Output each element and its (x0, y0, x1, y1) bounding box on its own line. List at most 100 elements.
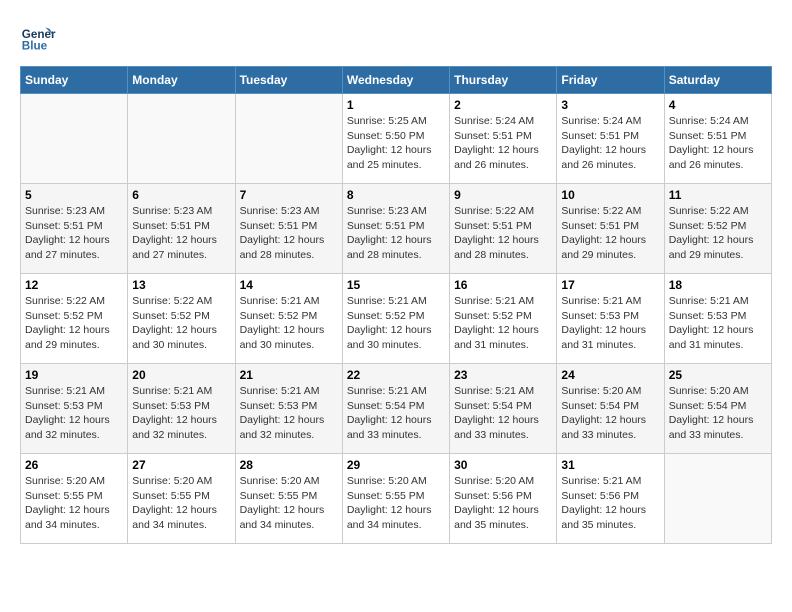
calendar-cell: 7 Sunrise: 5:23 AM Sunset: 5:51 PM Daylig… (235, 184, 342, 274)
calendar-cell: 11Sunrise: 5:22 AM Sunset: 5:52 PM Dayli… (664, 184, 771, 274)
day-info: Sunrise: 5:21 AM Sunset: 5:52 PM Dayligh… (347, 294, 445, 353)
day-info: Sunrise: 5:20 AM Sunset: 5:54 PM Dayligh… (561, 384, 659, 443)
day-number: 22 (347, 368, 445, 382)
day-number: 24 (561, 368, 659, 382)
day-number: 26 (25, 458, 123, 472)
calendar-cell: 29 Sunrise: 5:20 AM Sunset: 5:55 PM Dayli… (342, 454, 449, 544)
calendar-cell: 31 Sunrise: 5:21 AM Sunset: 5:56 PM Dayli… (557, 454, 664, 544)
logo-icon: General Blue (20, 20, 56, 56)
day-info: Sunrise: 5:21 AM Sunset: 5:53 PM Dayligh… (669, 294, 767, 353)
calendar-cell: 3 Sunrise: 5:24 AM Sunset: 5:51 PM Daylig… (557, 94, 664, 184)
day-number: 7 (240, 188, 338, 202)
calendar-cell: 6 Sunrise: 5:23 AM Sunset: 5:51 PM Daylig… (128, 184, 235, 274)
day-number: 28 (240, 458, 338, 472)
day-number: 4 (669, 98, 767, 112)
calendar-week-3: 12 Sunrise: 5:22 AM Sunset: 5:52 PM Dayli… (21, 274, 772, 364)
calendar-cell: 12 Sunrise: 5:22 AM Sunset: 5:52 PM Dayli… (21, 274, 128, 364)
weekday-header-tuesday: Tuesday (235, 67, 342, 94)
day-number: 21 (240, 368, 338, 382)
calendar-cell: 2 Sunrise: 5:24 AM Sunset: 5:51 PM Daylig… (450, 94, 557, 184)
calendar-cell: 8 Sunrise: 5:23 AM Sunset: 5:51 PM Daylig… (342, 184, 449, 274)
calendar-cell: 10 Sunrise: 5:22 AM Sunset: 5:51 PM Dayli… (557, 184, 664, 274)
calendar-cell: 23 Sunrise: 5:21 AM Sunset: 5:54 PM Dayli… (450, 364, 557, 454)
calendar-cell: 21 Sunrise: 5:21 AM Sunset: 5:53 PM Dayli… (235, 364, 342, 454)
calendar-week-4: 19Sunrise: 5:21 AM Sunset: 5:53 PM Dayli… (21, 364, 772, 454)
day-info: Sunrise: 5:20 AM Sunset: 5:55 PM Dayligh… (347, 474, 445, 533)
calendar-cell: 4 Sunrise: 5:24 AM Sunset: 5:51 PM Daylig… (664, 94, 771, 184)
day-info: Sunrise: 5:24 AM Sunset: 5:51 PM Dayligh… (669, 114, 767, 173)
day-number: 29 (347, 458, 445, 472)
day-info: Sunrise: 5:22 AM Sunset: 5:51 PM Dayligh… (561, 204, 659, 263)
calendar-cell (21, 94, 128, 184)
calendar-cell: 30 Sunrise: 5:20 AM Sunset: 5:56 PM Dayli… (450, 454, 557, 544)
day-info: Sunrise: 5:20 AM Sunset: 5:54 PM Dayligh… (669, 384, 767, 443)
day-number: 23 (454, 368, 552, 382)
day-info: Sunrise: 5:23 AM Sunset: 5:51 PM Dayligh… (25, 204, 123, 263)
calendar-week-5: 26 Sunrise: 5:20 AM Sunset: 5:55 PM Dayli… (21, 454, 772, 544)
calendar-week-2: 5 Sunrise: 5:23 AM Sunset: 5:51 PM Daylig… (21, 184, 772, 274)
day-number: 5 (25, 188, 123, 202)
day-info: Sunrise: 5:20 AM Sunset: 5:55 PM Dayligh… (132, 474, 230, 533)
calendar-cell: 24 Sunrise: 5:20 AM Sunset: 5:54 PM Dayli… (557, 364, 664, 454)
calendar-cell: 25 Sunrise: 5:20 AM Sunset: 5:54 PM Dayli… (664, 364, 771, 454)
day-number: 31 (561, 458, 659, 472)
day-info: Sunrise: 5:21 AM Sunset: 5:54 PM Dayligh… (347, 384, 445, 443)
day-number: 17 (561, 278, 659, 292)
day-info: Sunrise: 5:20 AM Sunset: 5:55 PM Dayligh… (25, 474, 123, 533)
calendar-cell: 28 Sunrise: 5:20 AM Sunset: 5:55 PM Dayli… (235, 454, 342, 544)
day-info: Sunrise: 5:21 AM Sunset: 5:56 PM Dayligh… (561, 474, 659, 533)
day-info: Sunrise: 5:21 AM Sunset: 5:52 PM Dayligh… (240, 294, 338, 353)
day-info: Sunrise: 5:23 AM Sunset: 5:51 PM Dayligh… (347, 204, 445, 263)
day-info: Sunrise: 5:23 AM Sunset: 5:51 PM Dayligh… (132, 204, 230, 263)
day-info: Sunrise: 5:21 AM Sunset: 5:53 PM Dayligh… (25, 384, 123, 443)
day-info: Sunrise: 5:22 AM Sunset: 5:52 PM Dayligh… (25, 294, 123, 353)
day-info: Sunrise: 5:20 AM Sunset: 5:56 PM Dayligh… (454, 474, 552, 533)
logo: General Blue (20, 20, 60, 56)
day-number: 30 (454, 458, 552, 472)
day-number: 12 (25, 278, 123, 292)
calendar-cell: 5 Sunrise: 5:23 AM Sunset: 5:51 PM Daylig… (21, 184, 128, 274)
calendar-cell: 18 Sunrise: 5:21 AM Sunset: 5:53 PM Dayli… (664, 274, 771, 364)
calendar-cell (664, 454, 771, 544)
calendar-body: 1Sunrise: 5:25 AM Sunset: 5:50 PM Daylig… (21, 94, 772, 544)
day-number: 18 (669, 278, 767, 292)
calendar-cell (128, 94, 235, 184)
day-number: 27 (132, 458, 230, 472)
day-number: 11 (669, 188, 767, 202)
calendar-cell: 19Sunrise: 5:21 AM Sunset: 5:53 PM Dayli… (21, 364, 128, 454)
day-number: 16 (454, 278, 552, 292)
day-number: 9 (454, 188, 552, 202)
day-info: Sunrise: 5:20 AM Sunset: 5:55 PM Dayligh… (240, 474, 338, 533)
day-info: Sunrise: 5:21 AM Sunset: 5:54 PM Dayligh… (454, 384, 552, 443)
day-info: Sunrise: 5:24 AM Sunset: 5:51 PM Dayligh… (454, 114, 552, 173)
day-info: Sunrise: 5:21 AM Sunset: 5:53 PM Dayligh… (132, 384, 230, 443)
day-number: 6 (132, 188, 230, 202)
weekday-header-sunday: Sunday (21, 67, 128, 94)
day-number: 3 (561, 98, 659, 112)
calendar-cell: 9Sunrise: 5:22 AM Sunset: 5:51 PM Daylig… (450, 184, 557, 274)
day-number: 8 (347, 188, 445, 202)
day-number: 10 (561, 188, 659, 202)
day-info: Sunrise: 5:24 AM Sunset: 5:51 PM Dayligh… (561, 114, 659, 173)
weekday-header-thursday: Thursday (450, 67, 557, 94)
calendar-cell: 26 Sunrise: 5:20 AM Sunset: 5:55 PM Dayli… (21, 454, 128, 544)
weekday-header-friday: Friday (557, 67, 664, 94)
calendar-cell: 20 Sunrise: 5:21 AM Sunset: 5:53 PM Dayli… (128, 364, 235, 454)
day-number: 25 (669, 368, 767, 382)
day-info: Sunrise: 5:23 AM Sunset: 5:51 PM Dayligh… (240, 204, 338, 263)
day-number: 15 (347, 278, 445, 292)
day-number: 14 (240, 278, 338, 292)
weekday-header-saturday: Saturday (664, 67, 771, 94)
calendar-cell: 14 Sunrise: 5:21 AM Sunset: 5:52 PM Dayli… (235, 274, 342, 364)
day-info: Sunrise: 5:25 AM Sunset: 5:50 PM Dayligh… (347, 114, 445, 173)
day-info: Sunrise: 5:21 AM Sunset: 5:53 PM Dayligh… (561, 294, 659, 353)
day-info: Sunrise: 5:21 AM Sunset: 5:52 PM Dayligh… (454, 294, 552, 353)
day-number: 2 (454, 98, 552, 112)
weekday-header-wednesday: Wednesday (342, 67, 449, 94)
page-header: General Blue (20, 20, 772, 56)
calendar-cell: 17 Sunrise: 5:21 AM Sunset: 5:53 PM Dayli… (557, 274, 664, 364)
calendar-cell (235, 94, 342, 184)
day-number: 20 (132, 368, 230, 382)
calendar-week-1: 1Sunrise: 5:25 AM Sunset: 5:50 PM Daylig… (21, 94, 772, 184)
day-info: Sunrise: 5:21 AM Sunset: 5:53 PM Dayligh… (240, 384, 338, 443)
